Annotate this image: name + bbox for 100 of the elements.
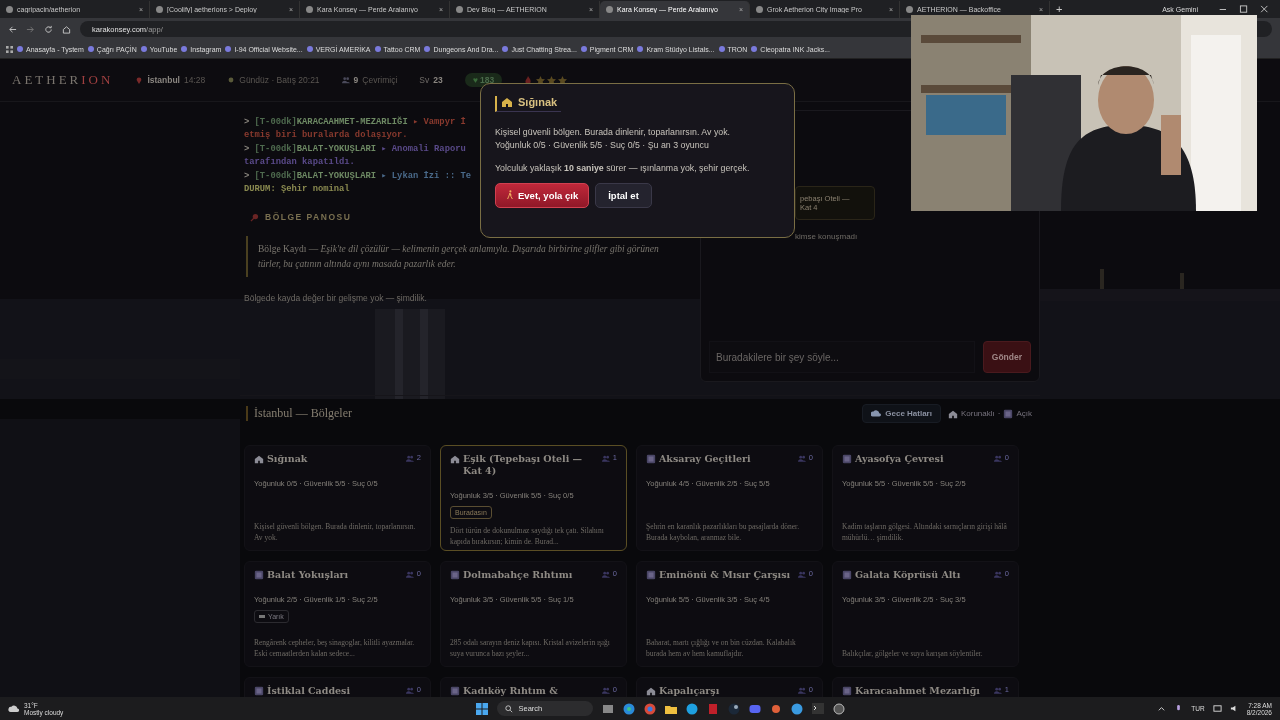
browser-icon[interactable] <box>643 702 656 715</box>
browser-icon[interactable] <box>622 702 635 715</box>
region-title: Eminönü & Mısır Çarşısı <box>659 569 792 581</box>
logo[interactable]: AETHER ION <box>12 72 114 88</box>
region-title: Galata Köprüsü Altı <box>855 569 962 581</box>
tile-icon <box>450 686 460 696</box>
new-tab-button[interactable]: + <box>1050 3 1069 15</box>
city-name: İstanbul <box>147 75 180 85</box>
dialog-text: Yolculuk yaklaşık 10 saniye sürer — ışınlanma yok, şehir gerçek. <box>495 162 751 173</box>
people-icon <box>405 455 414 462</box>
site-icon <box>606 5 613 13</box>
bookmark-icon <box>424 46 431 52</box>
online-label: Çevrimiçi <box>362 75 398 85</box>
tile-icon <box>450 570 460 580</box>
legend-label: Korunaklı <box>960 409 995 418</box>
site-icon <box>6 5 13 13</box>
cloud-icon <box>871 409 882 419</box>
house-icon <box>947 409 958 419</box>
log-event: ▸ Lykan İzi :: Te <box>381 171 472 181</box>
log-event: etmiş biri buralarda dolaşıyor. <box>244 130 408 140</box>
app-icon[interactable] <box>832 702 845 715</box>
empty-chat-message: kimse konuşmadı <box>795 232 859 241</box>
dialog-text: Kişisel güvenli bölgen. Burada dinlenir, toparlanırsın. Av yok. <box>495 126 732 139</box>
log-event: tarafından kapatıldı. <box>244 157 355 167</box>
terminal-icon[interactable] <box>811 702 824 715</box>
house-icon <box>450 454 460 464</box>
region-title: Balat Yokuşları <box>267 569 350 581</box>
log-timestamp: [T-00dk] <box>254 171 297 181</box>
house-icon <box>254 454 264 464</box>
bar-icon <box>259 614 265 619</box>
app-icon[interactable] <box>706 702 719 715</box>
bookmark-icon <box>637 46 644 52</box>
site-icon <box>456 5 463 13</box>
bookmark-icon <box>751 46 758 52</box>
legend-separator: · <box>997 409 1001 418</box>
house-icon <box>646 686 656 696</box>
log-prompt: > <box>244 144 250 154</box>
game-launcher-icon[interactable] <box>727 702 740 715</box>
network-icon[interactable] <box>1212 704 1222 713</box>
tile-icon <box>254 686 264 696</box>
region-title: Karacaahmet Mezarlığı <box>855 685 981 697</box>
bookmark-icon <box>306 46 313 52</box>
cancel-button[interactable]: İptal et <box>595 182 652 208</box>
confirm-button[interactable]: Evet, yola çık <box>495 182 590 208</box>
people-icon <box>405 571 414 578</box>
chat-app-icon[interactable] <box>685 702 698 715</box>
board-note: Bölgede kayda değer bir gelişme yok — şimdilik. <box>244 293 428 304</box>
windows-start-icon[interactable] <box>475 702 488 715</box>
people-icon <box>601 571 610 578</box>
app-icon[interactable] <box>790 702 803 715</box>
task-view-icon[interactable] <box>601 702 614 715</box>
people-icon <box>341 76 350 84</box>
tile-icon <box>842 686 852 696</box>
people-icon <box>993 455 1002 462</box>
city-time: 14:28 <box>184 75 206 85</box>
log-prompt: > <box>244 117 250 127</box>
region-title: Kapalıçarşı <box>659 685 721 697</box>
bookmark-icon <box>140 46 147 52</box>
tile-icon <box>842 454 852 464</box>
log-event: ▸ Vampyr İ <box>412 117 466 127</box>
bookmark-icon <box>87 46 94 52</box>
log-status: DURUM: Şehir nominal <box>244 184 350 194</box>
log-prompt: > <box>244 171 250 181</box>
people-icon <box>405 687 414 694</box>
walking-figure-icon <box>506 190 514 200</box>
board-title: BÖLGE PANOSU <box>265 212 352 222</box>
region-title: Ayasofya Çevresi <box>855 453 945 465</box>
region-title: İstiklal Caddesi <box>267 685 352 697</box>
log-place: BALAT-YOKUŞLARI <box>296 144 376 154</box>
pushpin-icon <box>250 212 259 222</box>
site-icon <box>306 5 313 13</box>
people-icon <box>601 455 610 462</box>
tile-icon <box>842 570 852 580</box>
bookmark-icon <box>502 46 509 52</box>
forward-icon[interactable] <box>26 24 35 34</box>
dialog-text: Yoğunluk 0/5 · Güvenlik 5/5 · Suç 0/5 · Şu an 3 oyuncu <box>495 138 710 152</box>
chat-app-icon[interactable] <box>748 702 761 715</box>
reload-icon[interactable] <box>44 24 53 34</box>
region-title: Kadıköy Rıhtım & <box>463 685 559 697</box>
bookmark-icon <box>181 46 188 52</box>
back-icon[interactable] <box>8 24 17 34</box>
log-timestamp: [T-00dk] <box>254 117 297 127</box>
apps-icon[interactable] <box>6 45 13 53</box>
chat-input[interactable]: Buradakilere bir şey söyle... <box>709 341 975 373</box>
cloud-icon <box>8 704 20 713</box>
home-icon[interactable] <box>62 24 71 34</box>
send-button[interactable]: Gönder <box>982 341 1031 373</box>
sun-icon <box>227 76 236 84</box>
search-icon <box>504 704 513 713</box>
online-count: 9 <box>353 75 359 85</box>
site-icon <box>156 5 163 13</box>
log-timestamp: [T-00dk] <box>254 144 297 154</box>
log-event: ▸ Anomali Raporu <box>381 144 466 154</box>
bookmark-icon <box>718 46 725 52</box>
region-title: Dolmabahçe Rıhtımı <box>463 569 574 581</box>
bookmark-icon <box>225 46 232 52</box>
chevron-icon[interactable] <box>1157 704 1167 713</box>
region-title: Eşik (Tepebaşı Oteli — Kat 4) <box>463 453 584 477</box>
night-lines-button[interactable]: Gece Hatları <box>862 404 941 423</box>
section-title: İstanbul — Bölgeler <box>246 406 352 421</box>
